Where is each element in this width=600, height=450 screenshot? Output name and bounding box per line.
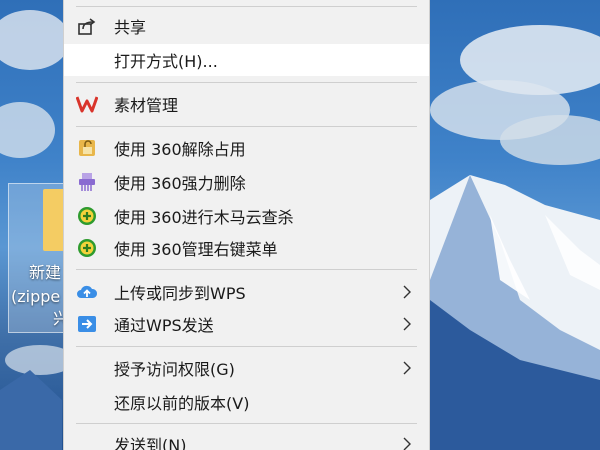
- unlock-icon: [76, 137, 98, 159]
- 360-shield-icon: [76, 205, 98, 227]
- 360-shield-icon: [76, 237, 98, 259]
- menu-item-label: 通过WPS发送: [114, 316, 214, 335]
- menu-separator: [76, 126, 417, 127]
- wps-logo-icon: [76, 93, 98, 115]
- menu-item-360-trojan-scan[interactable]: 使用 360进行木马云查杀: [64, 200, 429, 232]
- cloud-upload-icon: [76, 281, 98, 303]
- menu-separator: [76, 6, 417, 7]
- menu-item-label: 还原以前的版本(V): [114, 394, 250, 413]
- shredder-icon: [76, 171, 98, 193]
- menu-item-send-via-wps[interactable]: 通过WPS发送: [64, 308, 429, 340]
- menu-separator: [76, 423, 417, 424]
- menu-item-open-with[interactable]: 打开方式(H)...: [64, 44, 429, 76]
- menu-item-grant-access[interactable]: 授予访问权限(G): [64, 352, 429, 384]
- menu-item-360-unlock[interactable]: 使用 360解除占用: [64, 132, 429, 164]
- menu-item-upload-wps[interactable]: 上传或同步到WPS: [64, 276, 429, 308]
- menu-item-360-context-manage[interactable]: 使用 360管理右键菜单: [64, 232, 429, 264]
- menu-item-label: 共享: [114, 18, 147, 37]
- menu-item-label: 素材管理: [114, 96, 179, 115]
- menu-item-360-force-delete[interactable]: 使用 360强力删除: [64, 166, 429, 198]
- menu-item-label: 发送到(N): [114, 436, 187, 450]
- menu-item-label: 使用 360进行木马云查杀: [114, 208, 294, 227]
- menu-item-label: 上传或同步到WPS: [114, 284, 246, 303]
- menu-separator: [76, 346, 417, 347]
- chevron-right-icon: [403, 437, 411, 450]
- menu-item-label: 使用 360管理右键菜单: [114, 240, 278, 259]
- menu-item-share[interactable]: 共享: [64, 10, 429, 42]
- menu-item-label: 使用 360强力删除: [114, 174, 246, 193]
- menu-separator: [76, 269, 417, 270]
- chevron-right-icon: [403, 317, 411, 331]
- context-menu: 共享 打开方式(H)... 素材管理 使用 360解除占用 使用 360强力删除…: [63, 0, 430, 450]
- menu-item-restore-versions[interactable]: 还原以前的版本(V): [64, 386, 429, 418]
- menu-separator: [76, 82, 417, 83]
- chevron-right-icon: [403, 361, 411, 375]
- menu-item-label: 使用 360解除占用: [114, 140, 246, 159]
- menu-item-label: 打开方式(H)...: [114, 52, 218, 71]
- chevron-right-icon: [403, 285, 411, 299]
- share-icon: [76, 15, 98, 37]
- menu-item-send-to[interactable]: 发送到(N): [64, 428, 429, 450]
- menu-item-label: 授予访问权限(G): [114, 360, 235, 379]
- send-arrow-icon: [76, 313, 98, 335]
- menu-item-material-manage[interactable]: 素材管理: [64, 88, 429, 120]
